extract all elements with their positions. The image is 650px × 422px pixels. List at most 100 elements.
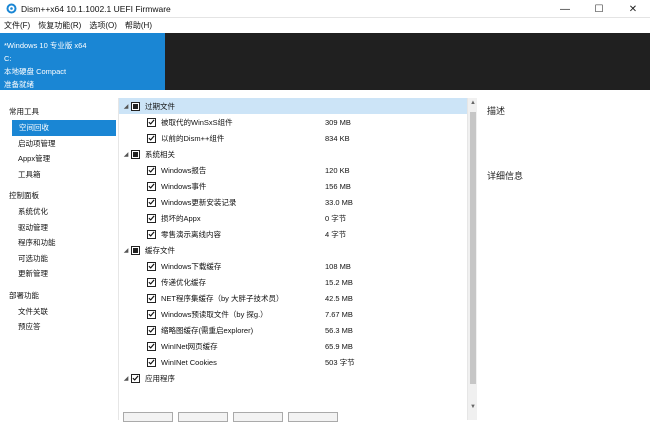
image-status: 准备就绪: [4, 80, 34, 89]
tree-group[interactable]: ◢ 应用程序: [119, 370, 477, 386]
sidebar-item-system-optimize[interactable]: 系统优化: [0, 204, 118, 220]
maximize-button[interactable]: ☐: [582, 0, 616, 18]
tree-item[interactable]: NET程序集缓存（by 大胖子技术员） 42.5 MB: [119, 290, 477, 306]
image-name: *Windows 10 专业版 x64: [4, 41, 87, 50]
description-heading: 描述: [487, 106, 506, 116]
tree-item[interactable]: Windows事件 156 MB: [119, 178, 477, 194]
bottom-button-1[interactable]: [123, 412, 173, 422]
item-checkbox[interactable]: [147, 341, 156, 351]
sidebar-item-drivers[interactable]: 驱动管理: [0, 220, 118, 236]
item-label: Windows事件: [161, 181, 207, 191]
item-checkbox[interactable]: [147, 293, 156, 303]
item-size: 4 字节: [325, 229, 347, 239]
item-size: 156 MB: [325, 181, 351, 191]
expand-triangle-icon[interactable]: ◢: [121, 247, 131, 254]
tree-group[interactable]: ◢ 缓存文件: [119, 242, 477, 258]
tree-item[interactable]: 缩略图缓存(需重启explorer) 56.3 MB: [119, 322, 477, 338]
item-checkbox[interactable]: [147, 165, 156, 175]
tree-group[interactable]: ◢ 过期文件: [119, 98, 477, 114]
group-checkbox[interactable]: [131, 149, 140, 159]
sidebar-item-file-assoc[interactable]: 文件关联: [0, 304, 118, 320]
item-checkbox[interactable]: [147, 309, 156, 319]
sidebar-item-startup[interactable]: 启动项管理: [0, 136, 118, 152]
item-checkbox[interactable]: [147, 357, 156, 367]
item-checkbox[interactable]: [147, 229, 156, 239]
tree-item[interactable]: Windows报告 120 KB: [119, 162, 477, 178]
header-empty-area: [165, 33, 650, 90]
item-label: Windows下载缓存: [161, 261, 222, 271]
item-checkbox[interactable]: [147, 133, 156, 143]
minimize-button[interactable]: —: [548, 0, 582, 18]
item-checkbox[interactable]: [147, 213, 156, 223]
bottom-button-4[interactable]: [288, 412, 338, 422]
tree-item[interactable]: Windows下载缓存 108 MB: [119, 258, 477, 274]
bottom-button-3[interactable]: [233, 412, 283, 422]
tree-item[interactable]: 传递优化缓存 15.2 MB: [119, 274, 477, 290]
item-size: 834 KB: [325, 133, 350, 143]
sidebar-item-programs[interactable]: 程序和功能: [0, 235, 118, 251]
sidebar-section-common-tools: 常用工具: [9, 107, 39, 116]
expand-triangle-icon[interactable]: ◢: [121, 103, 131, 110]
item-size: 65.9 MB: [325, 341, 353, 351]
detail-panel: 描述 详细信息: [478, 98, 650, 420]
item-label: 被取代的WinSxS组件: [161, 117, 233, 127]
menu-options[interactable]: 选项(O): [89, 20, 117, 31]
sidebar-item-toolbox[interactable]: 工具箱: [0, 167, 118, 183]
expand-triangle-icon[interactable]: ◢: [121, 151, 131, 158]
sidebar-section-control-panel: 控制面板: [9, 191, 39, 200]
group-checkbox[interactable]: [131, 245, 140, 255]
item-checkbox[interactable]: [147, 325, 156, 335]
sidebar-item-optional-features[interactable]: 可选功能: [0, 251, 118, 267]
group-checkbox[interactable]: [131, 101, 140, 111]
tree-group[interactable]: ◢ 系统相关: [119, 146, 477, 162]
item-label: WinINet Cookies: [161, 357, 217, 367]
menu-help[interactable]: 帮助(H): [125, 20, 152, 31]
item-size: 309 MB: [325, 117, 351, 127]
sidebar: 常用工具 空间回收 启动项管理 Appx管理 工具箱 控制面板 系统优化 驱动管…: [0, 98, 118, 420]
image-drive: C:: [4, 54, 12, 63]
vertical-scrollbar[interactable]: ▲ ▼: [467, 98, 477, 420]
item-size: 0 字节: [325, 213, 347, 223]
tree-item[interactable]: WinINet网页缓存 65.9 MB: [119, 338, 477, 354]
group-checkbox[interactable]: [131, 373, 140, 383]
scroll-thumb[interactable]: [470, 112, 476, 384]
item-label: 缩略图缓存(需重启explorer): [161, 325, 254, 335]
item-checkbox[interactable]: [147, 277, 156, 287]
tree-item[interactable]: 以前的Dism++组件 834 KB: [119, 130, 477, 146]
group-label: 过期文件: [145, 101, 175, 111]
group-label: 缓存文件: [145, 245, 175, 255]
close-button[interactable]: ✕: [616, 0, 650, 18]
item-label: Windows更新安装记录: [161, 197, 237, 207]
sidebar-item-updates[interactable]: 更新管理: [0, 266, 118, 282]
sidebar-item-pre-answer[interactable]: 预应答: [0, 319, 118, 335]
bottom-button-2[interactable]: [178, 412, 228, 422]
app-gear-icon: [5, 3, 17, 15]
item-checkbox[interactable]: [147, 181, 156, 191]
item-size: 7.67 MB: [325, 309, 353, 319]
tree-item[interactable]: 零售演示离线内容 4 字节: [119, 226, 477, 242]
item-label: 以前的Dism++组件: [161, 133, 225, 143]
menu-file[interactable]: 文件(F): [4, 20, 30, 31]
scroll-up-icon[interactable]: ▲: [470, 100, 476, 106]
menu-restore[interactable]: 恢复功能(R): [38, 20, 81, 31]
item-size: 15.2 MB: [325, 277, 353, 287]
item-checkbox[interactable]: [147, 197, 156, 207]
tree-item[interactable]: Windows更新安装记录 33.0 MB: [119, 194, 477, 210]
item-label: 零售演示离线内容: [161, 229, 221, 239]
item-size: 56.3 MB: [325, 325, 353, 335]
sidebar-item-appx[interactable]: Appx管理: [0, 151, 118, 167]
item-checkbox[interactable]: [147, 117, 156, 127]
scroll-down-icon[interactable]: ▼: [470, 404, 476, 410]
tree-item[interactable]: WinINet Cookies 503 字节: [119, 354, 477, 370]
group-label: 应用程序: [145, 373, 175, 383]
sidebar-section-deploy: 部署功能: [9, 290, 39, 300]
image-panel[interactable]: *Windows 10 专业版 x64 C: 本地硬盘 Compact 准备就绪: [0, 33, 165, 90]
tree-item[interactable]: 被取代的WinSxS组件 309 MB: [119, 114, 477, 130]
tree-item[interactable]: 损坏的Appx 0 字节: [119, 210, 477, 226]
expand-triangle-icon[interactable]: ◢: [121, 375, 131, 382]
bottom-buttons: [118, 412, 467, 422]
sidebar-item-space-cleanup[interactable]: 空间回收: [12, 120, 116, 136]
item-checkbox[interactable]: [147, 261, 156, 271]
tree-item[interactable]: Windows预读取文件（by 探g.） 7.67 MB: [119, 306, 477, 322]
item-label: NET程序集缓存（by 大胖子技术员）: [161, 293, 284, 303]
